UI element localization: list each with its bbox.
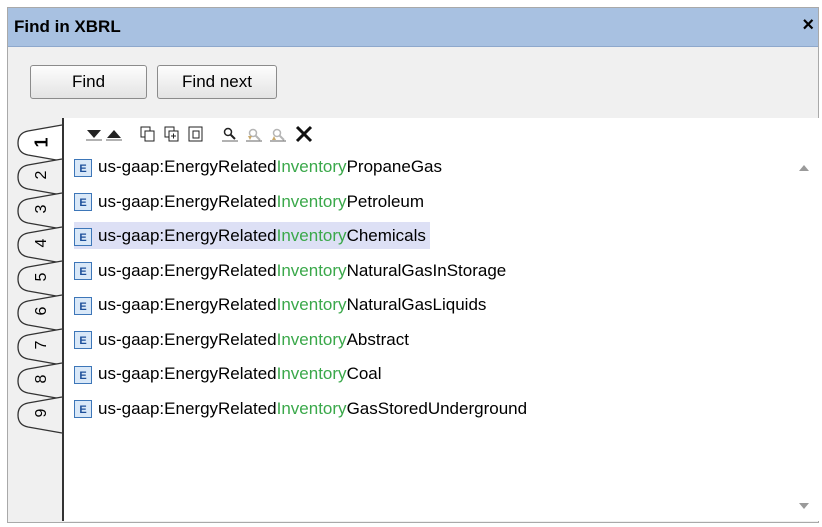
tab-label: 5 bbox=[33, 272, 50, 282]
search-icon[interactable] bbox=[220, 123, 240, 145]
result-suffix: Coal bbox=[346, 364, 382, 383]
arrow-down-icon[interactable] bbox=[84, 123, 104, 145]
result-match: Inventory bbox=[276, 157, 347, 176]
tab-label: 2 bbox=[33, 170, 50, 180]
tab-1[interactable]: 1 bbox=[14, 123, 68, 162]
results-panel: Eus-gaap:EnergyRelatedInventoryPropaneGa… bbox=[62, 118, 821, 521]
result-match: Inventory bbox=[276, 295, 347, 314]
scroll-down-icon[interactable] bbox=[799, 503, 809, 509]
find-next-button[interactable]: Find next bbox=[157, 65, 277, 99]
find-prev-icon[interactable] bbox=[244, 123, 264, 145]
tab-7[interactable]: 7 bbox=[14, 327, 68, 366]
tab-label: 4 bbox=[33, 238, 50, 248]
arrow-up-icon[interactable] bbox=[104, 123, 124, 145]
result-row[interactable]: Eus-gaap:EnergyRelatedInventoryAbstract bbox=[74, 326, 409, 353]
result-match: Inventory bbox=[276, 226, 347, 245]
result-suffix: NaturalGasLiquids bbox=[346, 295, 487, 314]
tab-label: 3 bbox=[33, 204, 50, 214]
tab-label: 8 bbox=[33, 374, 50, 384]
tab-9[interactable]: 9 bbox=[14, 395, 68, 434]
element-icon: E bbox=[74, 158, 92, 177]
results-list: Eus-gaap:EnergyRelatedInventoryPropaneGa… bbox=[64, 153, 784, 521]
result-match: Inventory bbox=[276, 260, 347, 280]
tab-8[interactable]: 8 bbox=[14, 361, 68, 400]
result-suffix: Chemicals bbox=[346, 226, 426, 245]
result-row[interactable]: Eus-gaap:EnergyRelatedInventoryCoal bbox=[74, 360, 382, 387]
paste-icon[interactable] bbox=[186, 123, 206, 145]
result-match: Inventory bbox=[276, 191, 347, 211]
scroll-up-icon[interactable] bbox=[799, 165, 809, 171]
find-button[interactable]: Find bbox=[30, 65, 147, 99]
result-prefix: us-gaap:EnergyRelated bbox=[98, 398, 277, 418]
result-prefix: us-gaap:EnergyRelated bbox=[98, 260, 277, 280]
tab-label: 6 bbox=[33, 306, 50, 316]
tab-3[interactable]: 3 bbox=[14, 191, 68, 230]
result-prefix: us-gaap:EnergyRelated bbox=[98, 295, 277, 314]
vertical-scrollbar[interactable] bbox=[787, 153, 821, 521]
element-icon: E bbox=[74, 193, 92, 212]
element-icon: E bbox=[74, 331, 92, 350]
tab-label: 7 bbox=[33, 340, 50, 350]
result-prefix: us-gaap:EnergyRelated bbox=[98, 191, 277, 211]
result-suffix: Petroleum bbox=[346, 191, 425, 211]
find-next-icon[interactable] bbox=[268, 123, 288, 145]
title-bar: Find in XBRL × bbox=[8, 8, 818, 47]
window-title: Find in XBRL bbox=[14, 17, 121, 36]
result-row[interactable]: Eus-gaap:EnergyRelatedInventoryNaturalGa… bbox=[74, 257, 506, 284]
result-match: Inventory bbox=[276, 329, 347, 349]
element-icon: E bbox=[74, 262, 92, 281]
element-icon: E bbox=[74, 296, 92, 315]
close-icon[interactable]: × bbox=[802, 15, 814, 35]
tab-2[interactable]: 2 bbox=[14, 157, 68, 196]
result-match: Inventory bbox=[276, 398, 347, 418]
result-prefix: us-gaap:EnergyRelated bbox=[98, 329, 277, 349]
result-match: Inventory bbox=[276, 364, 347, 383]
element-icon: E bbox=[74, 227, 92, 246]
element-icon: E bbox=[74, 365, 92, 384]
delete-icon[interactable] bbox=[294, 123, 314, 145]
tab-4[interactable]: 4 bbox=[14, 225, 68, 264]
result-row[interactable]: Eus-gaap:EnergyRelatedInventoryPetroleum bbox=[74, 188, 424, 215]
result-suffix: GasStoredUnderground bbox=[346, 398, 528, 418]
copy-add-icon[interactable] bbox=[162, 123, 182, 145]
tab-6[interactable]: 6 bbox=[14, 293, 68, 332]
result-prefix: us-gaap:EnergyRelated bbox=[98, 157, 277, 176]
result-row[interactable]: Eus-gaap:EnergyRelatedInventoryGasStored… bbox=[74, 395, 527, 422]
tab-label: 1 bbox=[31, 137, 52, 148]
result-suffix: NaturalGasInStorage bbox=[346, 260, 507, 280]
element-icon: E bbox=[74, 400, 92, 419]
result-row[interactable]: Eus-gaap:EnergyRelatedInventoryChemicals bbox=[74, 222, 430, 249]
tab-5[interactable]: 5 bbox=[14, 259, 68, 298]
result-prefix: us-gaap:EnergyRelated bbox=[98, 226, 277, 245]
find-in-xbrl-window: Find in XBRL × Find Find next 1 2 3 4 5 6 7 8 9 bbox=[7, 7, 821, 523]
result-suffix: Abstract bbox=[346, 329, 409, 349]
result-prefix: us-gaap:EnergyRelated bbox=[98, 364, 277, 383]
tab-label: 9 bbox=[33, 408, 50, 418]
result-suffix: PropaneGas bbox=[346, 157, 443, 176]
result-row[interactable]: Eus-gaap:EnergyRelatedInventoryNaturalGa… bbox=[74, 291, 486, 318]
result-row[interactable]: Eus-gaap:EnergyRelatedInventoryPropaneGa… bbox=[74, 153, 442, 180]
copy-icon[interactable] bbox=[138, 123, 158, 145]
